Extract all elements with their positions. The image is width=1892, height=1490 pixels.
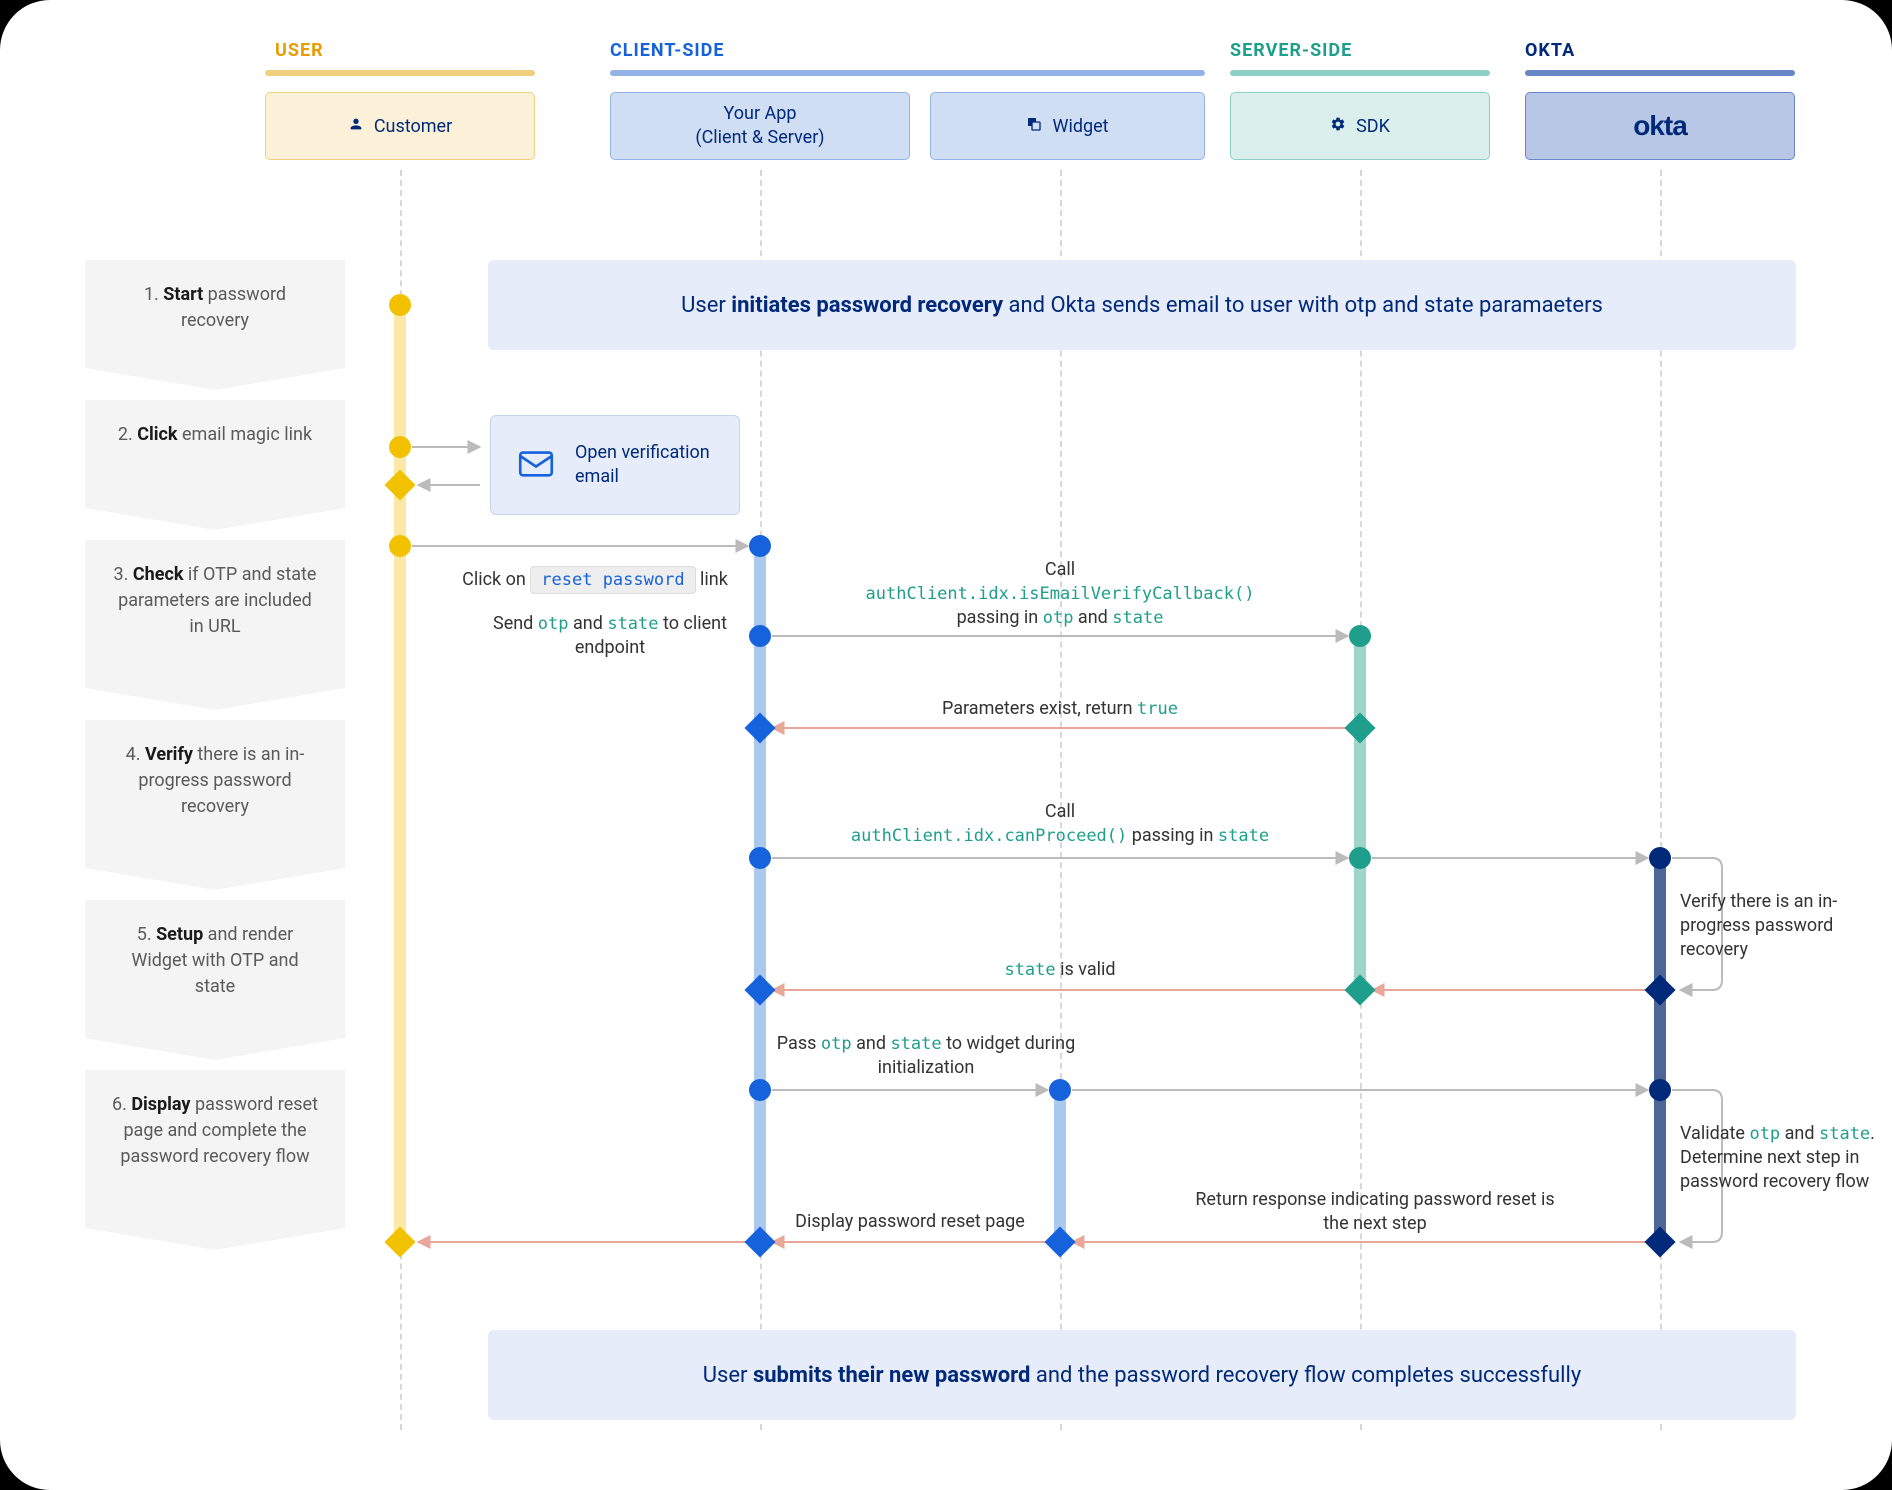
swim-box-customer-label: Customer <box>374 116 452 137</box>
swim-box-widget-label: Widget <box>1052 116 1108 137</box>
swim-box-customer: Customer <box>265 92 535 160</box>
swim-box-app: Your App (Client & Server) <box>610 92 910 160</box>
banner-top-pre: User <box>681 293 731 318</box>
banner-bottom-post: and the password recovery flow completes… <box>1030 1363 1581 1388</box>
step-num: 2. <box>118 424 133 445</box>
step-bold: Start <box>163 284 203 305</box>
diamond-okta-state-valid <box>1644 974 1675 1005</box>
swim-box-widget: Widget <box>930 92 1205 160</box>
col-bar-client <box>610 70 1205 76</box>
label-send-otp: Send otp and state to client endpoint <box>490 612 730 660</box>
dot-okta-verify <box>1649 847 1671 869</box>
label-call-canproceed: Call authClient.idx.canProceed() passing… <box>790 800 1330 848</box>
diamond-app-cb-return <box>744 712 775 743</box>
step-card-6: 6. Display password reset page and compl… <box>85 1070 345 1250</box>
activation-sdk <box>1354 636 1366 990</box>
banner-bottom-pre: User <box>703 1363 753 1388</box>
banner-top: User initiates password recovery and Okt… <box>488 260 1796 350</box>
label-return-response: Return response indicating password rese… <box>1190 1188 1560 1236</box>
diamond-okta-response <box>1644 1226 1675 1257</box>
dot-user-start <box>389 294 411 316</box>
label-state-valid: state is valid <box>900 958 1220 982</box>
banner-bottom: User submits their new password and the … <box>488 1330 1796 1420</box>
banner-top-post: and Okta sends email to user with otp an… <box>1003 293 1603 318</box>
overlap-icon <box>1026 116 1042 137</box>
gear-icon <box>1330 116 1346 137</box>
step-bold: Verify <box>145 744 193 765</box>
dot-sdk-canproceed <box>1349 847 1371 869</box>
step-bold: Click <box>137 424 177 445</box>
email-card-text: Open verification email <box>575 441 715 489</box>
person-icon <box>348 116 364 137</box>
label-display-reset: Display password reset page <box>760 1210 1060 1234</box>
label-okta-verify: Verify there is an in-progress password … <box>1680 890 1880 962</box>
step-card-3: 3. Check if OTP and state parameters are… <box>85 540 345 710</box>
dot-okta-validate <box>1649 1079 1671 1101</box>
step-bold: Display <box>131 1094 190 1115</box>
dot-app-pass-widget <box>749 1079 771 1101</box>
activation-okta <box>1654 858 1666 1242</box>
banner-bottom-bold: submits their new password <box>753 1363 1030 1388</box>
label-okta-validate: Validate otp and state. Determine next s… <box>1680 1122 1880 1194</box>
label-params-exist: Parameters exist, return true <box>830 697 1290 721</box>
dot-user-click-reset <box>389 535 411 557</box>
diamond-user-email-return <box>384 469 415 500</box>
diamond-sdk-cb-return <box>1344 712 1375 743</box>
dot-app-call-cb <box>749 625 771 647</box>
step-num: 4. <box>126 744 141 765</box>
step-bold: Setup <box>156 924 203 945</box>
col-label-server: SERVER-SIDE <box>1230 40 1352 61</box>
col-label-user: USER <box>275 40 324 61</box>
col-label-client: CLIENT-SIDE <box>610 40 725 61</box>
step-num: 6. <box>112 1094 127 1115</box>
activation-app <box>754 545 766 1240</box>
step-card-5: 5. Setup and render Widget with OTP and … <box>85 900 345 1060</box>
step-num: 3. <box>114 564 129 585</box>
step-card-1: 1. Start password recovery <box>85 260 345 390</box>
diagram-canvas: USER CLIENT-SIDE SERVER-SIDE OKTA Custom… <box>0 0 1892 1490</box>
dot-app-call-canproceed <box>749 847 771 869</box>
swim-box-app-line2: (Client & Server) <box>695 127 824 149</box>
step-num: 1. <box>144 284 159 305</box>
col-bar-user <box>265 70 535 76</box>
label-pass-otp: Pass otp and state to widget during init… <box>776 1032 1076 1080</box>
mail-icon <box>515 442 557 488</box>
dot-user-open-email <box>389 436 411 458</box>
okta-logo: okta <box>1633 110 1687 142</box>
col-bar-okta <box>1525 70 1795 76</box>
email-card: Open verification email <box>490 415 740 515</box>
diamond-user-display <box>384 1226 415 1257</box>
step-card-4: 4. Verify there is an in-progress passwo… <box>85 720 345 890</box>
step-num: 5. <box>137 924 152 945</box>
step-bold: Check <box>133 564 184 585</box>
dot-app-receive-click <box>749 535 771 557</box>
col-label-okta: OKTA <box>1525 40 1575 61</box>
dot-widget-init <box>1049 1079 1071 1101</box>
swim-box-sdk: SDK <box>1230 92 1490 160</box>
label-click-reset: Click on reset password link <box>455 568 735 592</box>
code-reset-password: reset password <box>530 566 695 594</box>
banner-top-bold: initiates password recovery <box>731 293 1003 318</box>
label-call-cb: Call authClient.idx.isEmailVerifyCallbac… <box>830 558 1290 630</box>
swim-box-okta: okta <box>1525 92 1795 160</box>
step-rest: email magic link <box>178 424 313 445</box>
swim-box-app-line1: Your App <box>724 103 797 125</box>
diamond-app-state-valid <box>744 974 775 1005</box>
col-bar-server <box>1230 70 1490 76</box>
step-card-2: 2. Click email magic link <box>85 400 345 530</box>
dot-sdk-cb <box>1349 625 1371 647</box>
swim-box-sdk-label: SDK <box>1356 116 1390 137</box>
diamond-sdk-state-valid <box>1344 974 1375 1005</box>
